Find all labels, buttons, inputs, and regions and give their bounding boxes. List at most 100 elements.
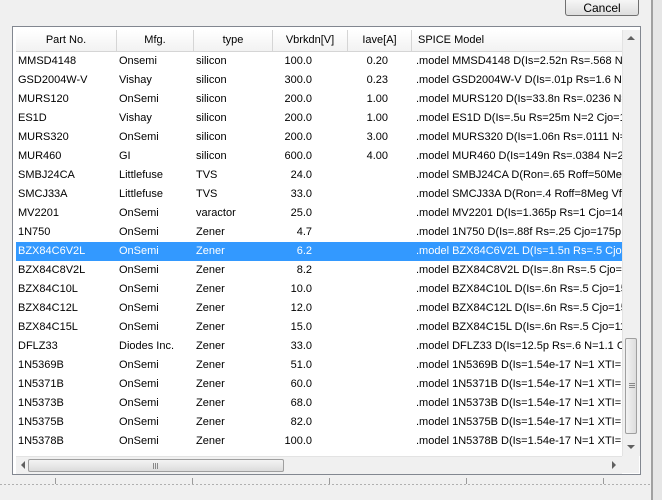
- column-header-part-no[interactable]: Part No.: [16, 30, 117, 51]
- column-header-iave[interactable]: Iave[A]: [348, 30, 412, 51]
- vbrkdn-cell: 6.2: [296, 245, 312, 257]
- vertical-scrollbar[interactable]: [622, 30, 640, 456]
- table-row[interactable]: BZX84C12L OnSemi Zener 12.0 .model BZX84C12L…: [16, 299, 622, 318]
- table-row[interactable]: 1N5371B OnSemi Zener 60.0 .model 1N5371B D(I…: [16, 375, 622, 394]
- type-cell: TVS: [196, 169, 218, 181]
- iave-cell: [352, 432, 388, 451]
- mfg-cell: Vishay: [119, 74, 152, 86]
- mfg-cell: OnSemi: [119, 245, 159, 257]
- spice-model-cell: .model SMBJ24CA D(Ron=.65 Roff=50Meg Vfw…: [416, 169, 622, 181]
- iave-cell: [352, 337, 388, 356]
- spice-model-cell: .model MV2201 D(Is=1.365p Rs=1 Cjo=14.93…: [416, 207, 622, 219]
- column-header-vbrkdn[interactable]: Vbrkdn[V]: [273, 30, 348, 51]
- column-header-spice-model[interactable]: SPICE Model: [412, 30, 622, 51]
- mfg-cell: Onsemi: [119, 55, 157, 67]
- vbrkdn-cell: 200.0: [284, 131, 312, 143]
- table-row[interactable]: BZX84C10L OnSemi Zener 10.0 .model BZX84C10L…: [16, 280, 622, 299]
- iave-cell: [352, 356, 388, 375]
- type-cell: Zener: [196, 378, 225, 390]
- table-row[interactable]: 1N5369B OnSemi Zener 51.0 .model 1N5369B D(I…: [16, 356, 622, 375]
- grip-line: [629, 383, 635, 384]
- table-row[interactable]: MV2201 OnSemi varactor 25.0 .model MV2201 D(…: [16, 204, 622, 223]
- scroll-right-arrow-icon[interactable]: [612, 461, 620, 469]
- mfg-cell: OnSemi: [119, 359, 159, 371]
- iave-cell: 3.00: [366, 131, 388, 143]
- table-row[interactable]: SMCJ33A Littlefuse TVS 33.0 .model SMCJ33A D…: [16, 185, 622, 204]
- mfg-cell: OnSemi: [119, 397, 159, 409]
- part-no-cell: BZX84C10L: [18, 283, 78, 295]
- part-no-cell: BZX84C12L: [18, 302, 78, 314]
- type-cell: Zener: [196, 359, 225, 371]
- mfg-cell: OnSemi: [119, 321, 159, 333]
- spice-model-cell: .model 1N5378B D(Is=1.54e-17 N=1 XTI=1 R…: [416, 435, 622, 447]
- spice-model-cell: .model SMCJ33A D(Ron=.4 Roff=8Meg Vfwd=1…: [416, 188, 622, 200]
- scroll-up-arrow-icon[interactable]: [627, 32, 635, 40]
- scroll-down-arrow-icon[interactable]: [627, 445, 635, 453]
- vbrkdn-cell: 12.0: [290, 302, 312, 314]
- background-tick: [466, 478, 467, 484]
- part-no-cell: MUR460: [18, 150, 62, 162]
- part-no-cell: BZX84C8V2L: [18, 264, 86, 276]
- iave-cell: [352, 223, 388, 242]
- type-cell: silicon: [196, 93, 227, 105]
- spice-model-cell: .model MURS320 D(Is=1.06n Rs=.0111 N=1.5…: [416, 131, 622, 143]
- mfg-cell: OnSemi: [119, 416, 159, 428]
- mfg-cell: Diodes Inc.: [119, 340, 175, 352]
- mfg-cell: OnSemi: [119, 207, 159, 219]
- table-row[interactable]: MURS320 OnSemi silicon 200.0 3.00 .model MURS…: [16, 128, 622, 147]
- type-cell: Zener: [196, 283, 225, 295]
- iave-cell: [352, 242, 388, 261]
- iave-cell: [352, 413, 388, 432]
- spice-model-cell: .model 1N5375B D(Is=1.54e-17 N=1 XTI=1 R…: [416, 416, 622, 428]
- mfg-cell: OnSemi: [119, 93, 159, 105]
- iave-cell: 0.20: [366, 55, 388, 67]
- horizontal-scroll-thumb[interactable]: [28, 459, 284, 472]
- table-row[interactable]: DFLZ33 Diodes Inc. Zener 33.0 .model DFLZ33 …: [16, 337, 622, 356]
- spice-model-cell: .model GSD2004W-V D(Is=.01p Rs=1.6 N=1 C…: [416, 74, 622, 86]
- vbrkdn-cell: 25.0: [290, 207, 312, 219]
- table-row-selected[interactable]: BZX84C6V2L OnSemi Zener 6.2 .model BZX84C6V2…: [16, 242, 622, 261]
- vbrkdn-cell: 51.0: [290, 359, 312, 371]
- table-row[interactable]: 1N5378B OnSemi Zener 100.0 .model 1N5378B D(…: [16, 432, 622, 451]
- column-header-mfg[interactable]: Mfg.: [117, 30, 194, 51]
- column-header-type[interactable]: type: [194, 30, 273, 51]
- type-cell: Zener: [196, 264, 225, 276]
- type-cell: Zener: [196, 435, 225, 447]
- type-cell: Zener: [196, 245, 225, 257]
- table-row[interactable]: SMBJ24CA Littlefuse TVS 24.0 .model SMBJ24CA…: [16, 166, 622, 185]
- spice-model-cell: .model BZX84C6V2L D(Is=1.5n Rs=.5 Cjo=18…: [416, 245, 622, 257]
- type-cell: Zener: [196, 416, 225, 428]
- horizontal-scrollbar[interactable]: [16, 456, 622, 474]
- cancel-button[interactable]: Cancel: [565, 0, 639, 16]
- iave-cell: [352, 318, 388, 337]
- mfg-cell: GI: [119, 150, 131, 162]
- spice-model-cell: .model DFLZ33 D(Is=12.5p Rs=.6 N=1.1 Cjo…: [416, 340, 622, 352]
- spice-model-cell: .model MURS120 D(Is=33.8n Rs=.0236 N=1.6…: [416, 93, 622, 105]
- vbrkdn-cell: 15.0: [290, 321, 312, 333]
- scroll-left-arrow-icon[interactable]: [17, 461, 25, 469]
- table-row[interactable]: MURS120 OnSemi silicon 200.0 1.00 .model MURS…: [16, 90, 622, 109]
- vbrkdn-cell: 100.0: [284, 435, 312, 447]
- type-cell: Zener: [196, 302, 225, 314]
- table-row[interactable]: GSD2004W-V Vishay silicon 300.0 0.23 .model G…: [16, 71, 622, 90]
- spice-model-cell: .model BZX84C10L D(Is=.6n Rs=.5 Cjo=150p…: [416, 283, 622, 295]
- table-row[interactable]: BZX84C15L OnSemi Zener 15.0 .model BZX84C15L…: [16, 318, 622, 337]
- iave-cell: 4.00: [366, 150, 388, 162]
- mfg-cell: OnSemi: [119, 131, 159, 143]
- spice-model-cell: .model BZX84C15L D(Is=.6n Rs=.5 Cjo=110p…: [416, 321, 622, 333]
- table-row[interactable]: MMSD4148 Onsemi silicon 100.0 0.20 .model MMS…: [16, 52, 622, 71]
- scrollbar-corner: [622, 456, 639, 473]
- table-row[interactable]: 1N5375B OnSemi Zener 82.0 .model 1N5375B D(I…: [16, 413, 622, 432]
- part-no-cell: DFLZ33: [18, 340, 58, 352]
- grip-line: [629, 385, 635, 386]
- vertical-scroll-thumb[interactable]: [625, 338, 637, 434]
- table-row[interactable]: MUR460 GI silicon 600.0 4.00 .model MUR460 D(…: [16, 147, 622, 166]
- diode-list-view[interactable]: Part No. Mfg. type Vbrkdn[V] Iave[A] SPI…: [12, 26, 641, 475]
- type-cell: varactor: [196, 207, 236, 219]
- part-no-cell: MV2201: [18, 207, 59, 219]
- table-row[interactable]: 1N5373B OnSemi Zener 68.0 .model 1N5373B D(I…: [16, 394, 622, 413]
- table-row[interactable]: BZX84C8V2L OnSemi Zener 8.2 .model BZX84C8V2…: [16, 261, 622, 280]
- type-cell: Zener: [196, 340, 225, 352]
- table-row[interactable]: ES1D Vishay silicon 200.0 1.00 .model ES1D D(…: [16, 109, 622, 128]
- table-row[interactable]: 1N750 OnSemi Zener 4.7 .model 1N750 D(Is=.88…: [16, 223, 622, 242]
